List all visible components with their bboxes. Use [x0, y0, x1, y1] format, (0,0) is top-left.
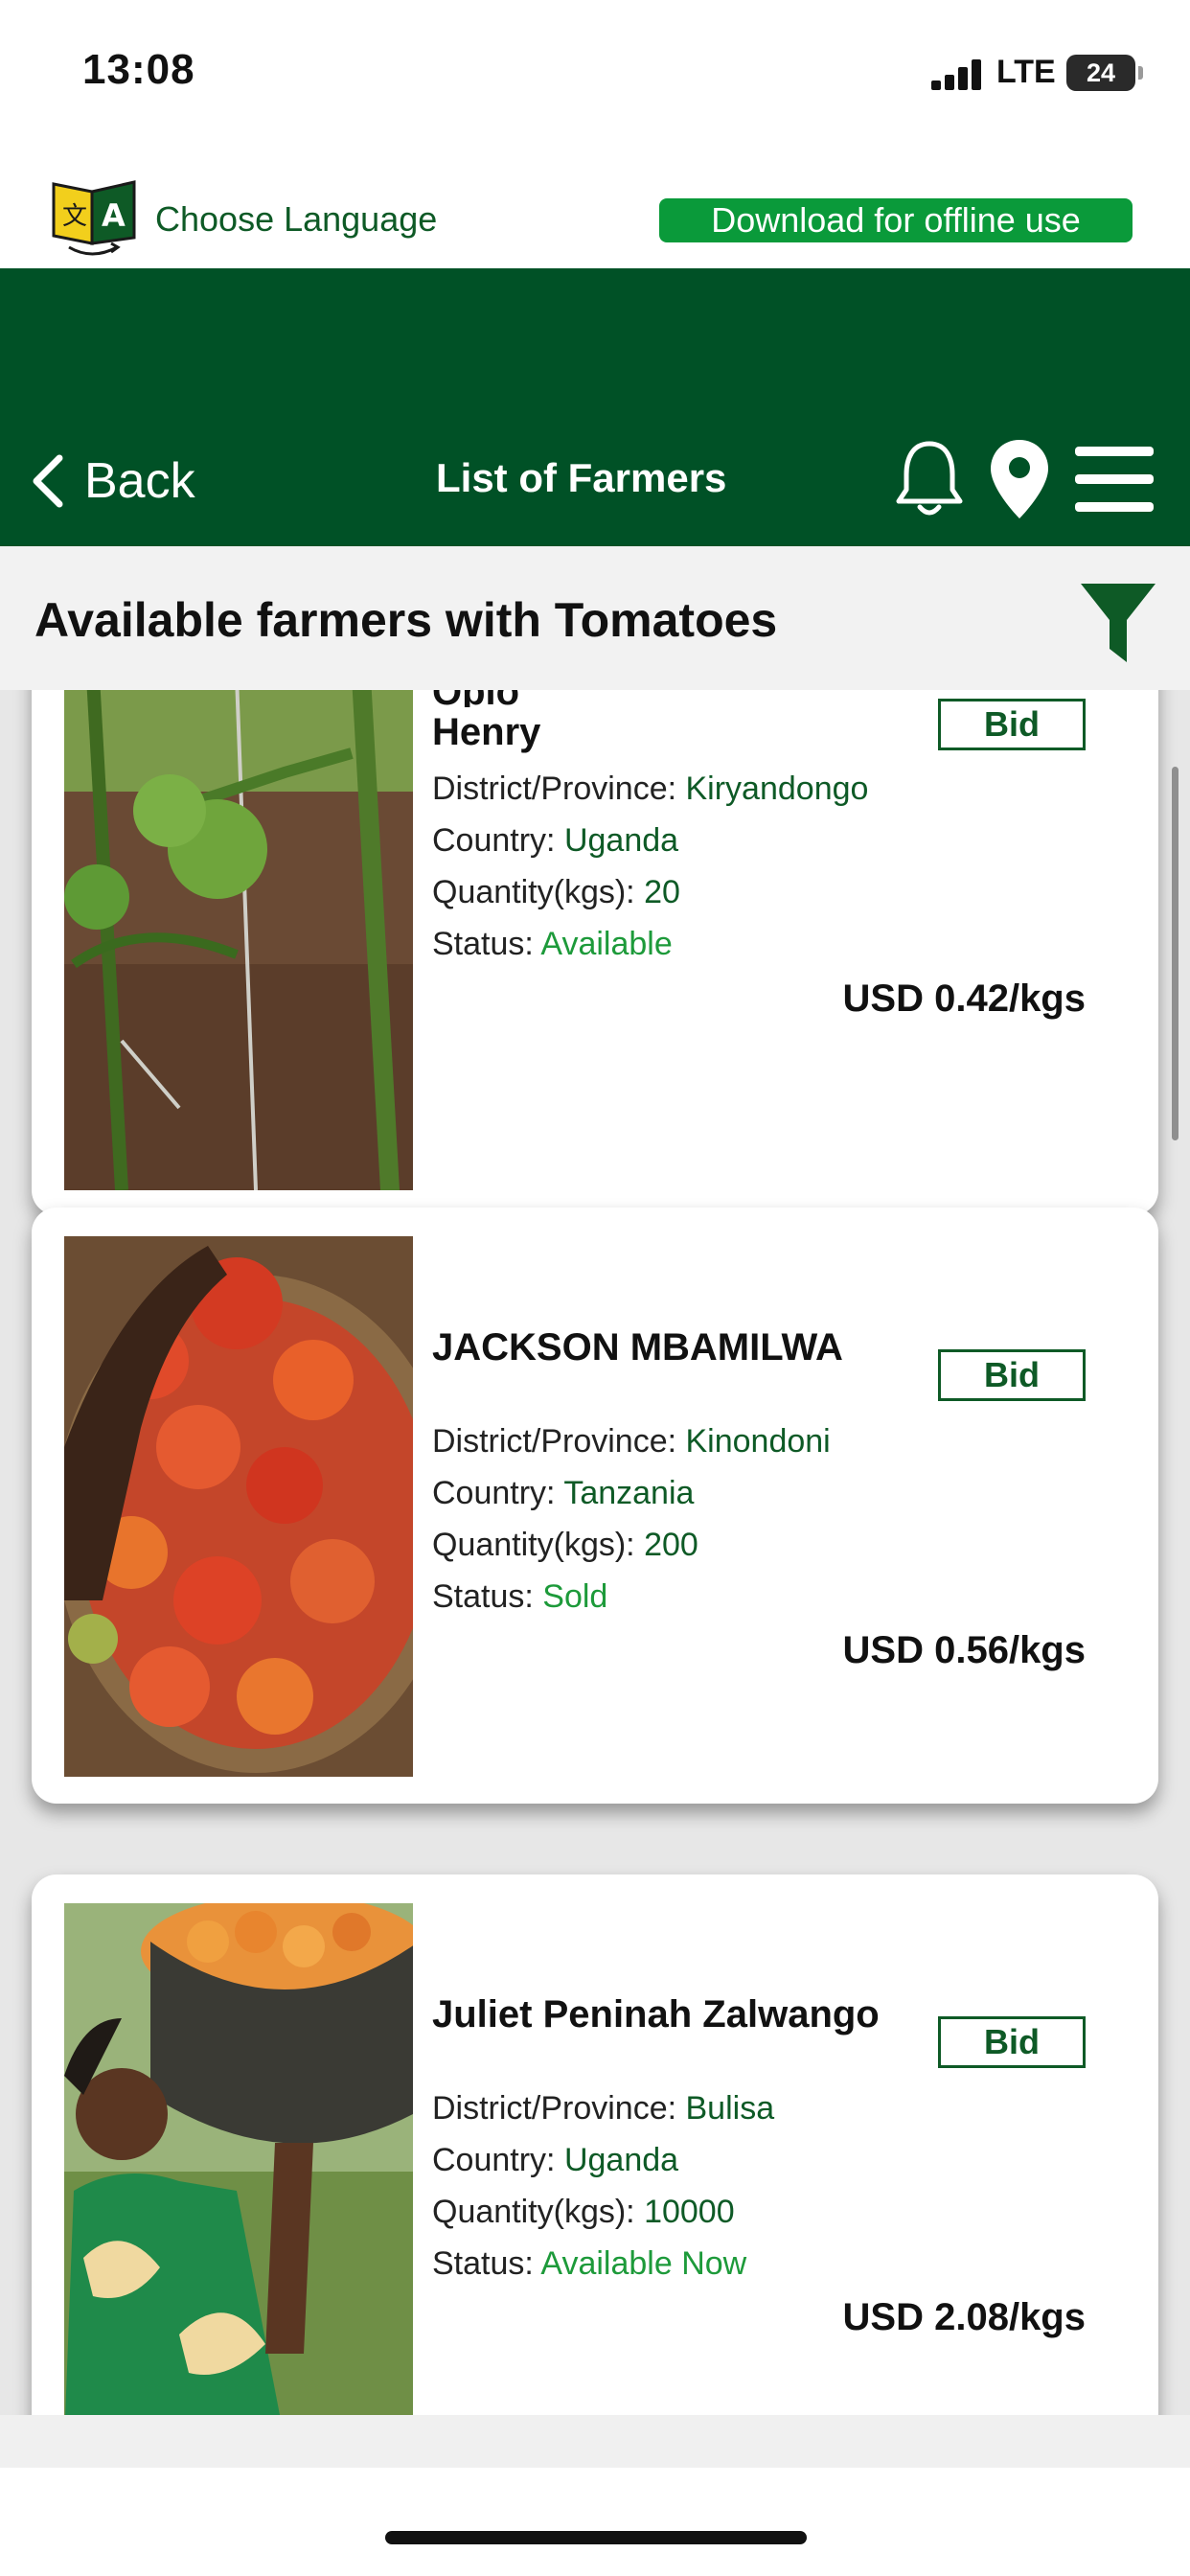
- battery-icon: 24: [1066, 55, 1135, 91]
- status-line: Status: Available Now: [432, 2245, 746, 2283]
- svg-text:文: 文: [62, 202, 87, 231]
- district-value: Bulisa: [685, 2090, 775, 2127]
- battery-cap: [1138, 66, 1143, 80]
- scrollbar[interactable]: [1172, 767, 1179, 1140]
- country-label: Country:: [432, 822, 564, 859]
- country-value: Uganda: [563, 2142, 679, 2178]
- district-label: District/Province:: [432, 1423, 686, 1460]
- bottom-safe-area: [0, 2468, 1190, 2576]
- basket-tomatoes-image: [64, 1236, 413, 1777]
- translate-icon[interactable]: 文 A: [50, 174, 138, 259]
- language-row: 文 A Choose Language Download for offline…: [0, 144, 1190, 268]
- status-bar: 13:08 LTE 24: [0, 0, 1190, 144]
- download-offline-button[interactable]: Download for offline use: [659, 198, 1133, 242]
- farmer-name: Juliet Peninah Zalwango: [432, 1993, 880, 2036]
- chevron-left-icon: [33, 454, 63, 508]
- bottom-bar: [0, 2415, 1190, 2576]
- status-label: Status:: [432, 2245, 541, 2282]
- price: USD 0.42/kgs: [842, 978, 1086, 1020]
- quantity-line: Quantity(kgs): 10000: [432, 2194, 735, 2231]
- farmer-photo: [64, 1236, 413, 1777]
- country-line: Country: Uganda: [432, 822, 678, 860]
- farmer-name-line: Henry: [432, 711, 541, 753]
- country-line: Country: Tanzania: [432, 1475, 694, 1512]
- bid-button[interactable]: Bid: [938, 2016, 1086, 2068]
- app-header: Back List of Farmers: [0, 268, 1190, 546]
- country-value: Tanzania: [563, 1475, 695, 1511]
- svg-text:A: A: [102, 197, 126, 234]
- quantity-value: 200: [644, 1527, 698, 1563]
- status-value: Available Now: [540, 2245, 747, 2282]
- network-label: LTE: [996, 54, 1056, 90]
- status-label: Status:: [432, 1578, 543, 1615]
- filter-icon[interactable]: [1079, 580, 1157, 664]
- farmer-card[interactable]: JACKSON MBAMILWA Bid District/Province: …: [32, 1208, 1158, 1804]
- district-value: Kinondoni: [685, 1423, 831, 1460]
- signal-icon: [931, 59, 987, 90]
- bell-icon[interactable]: [891, 436, 968, 520]
- district-line: District/Province: Kinondoni: [432, 1423, 831, 1460]
- farmer-card[interactable]: Juliet Peninah Zalwango Bid District/Pro…: [32, 1874, 1158, 2415]
- farmer-name: JACKSON MBAMILWA: [432, 1326, 843, 1368]
- quantity-value: 10000: [644, 2194, 735, 2230]
- location-pin-icon[interactable]: [987, 436, 1052, 522]
- district-line: District/Province: Kiryandongo: [432, 770, 868, 808]
- status-line: Status: Sold: [432, 1578, 607, 1616]
- country-value: Uganda: [563, 822, 679, 859]
- green-tomatoes-image: [64, 690, 413, 1190]
- farmer-list[interactable]: Oplo Henry Bid District/Province: Kiryan…: [0, 690, 1190, 2415]
- section-title: Available farmers with Tomatoes: [34, 593, 778, 647]
- quantity-label: Quantity(kgs):: [432, 1527, 645, 1563]
- status-label: Status:: [432, 926, 541, 962]
- district-value: Kiryandongo: [685, 770, 869, 807]
- status-value: Sold: [542, 1578, 608, 1615]
- choose-language-link[interactable]: Choose Language: [155, 199, 437, 240]
- farmer-card[interactable]: Oplo Henry Bid District/Province: Kiryan…: [32, 690, 1158, 1215]
- district-label: District/Province:: [432, 2090, 686, 2127]
- quantity-label: Quantity(kgs):: [432, 2194, 645, 2230]
- farmer-photo: [64, 690, 413, 1190]
- quantity-value: 20: [644, 874, 680, 910]
- price: USD 2.08/kgs: [842, 2296, 1086, 2338]
- hamburger-menu-icon[interactable]: [1075, 447, 1154, 512]
- quantity-label: Quantity(kgs):: [432, 874, 645, 910]
- subheader: Available farmers with Tomatoes: [0, 546, 1190, 690]
- country-label: Country:: [432, 2142, 564, 2178]
- status-time: 13:08: [82, 46, 195, 93]
- page-title: List of Farmers: [436, 455, 727, 500]
- back-label: Back: [84, 453, 195, 509]
- back-button[interactable]: Back: [25, 452, 195, 510]
- farmer-name: Oplo Henry: [432, 690, 930, 757]
- quantity-line: Quantity(kgs): 200: [432, 1527, 698, 1564]
- status-value: Available: [540, 926, 673, 962]
- quantity-line: Quantity(kgs): 20: [432, 874, 680, 911]
- country-label: Country:: [432, 1475, 564, 1511]
- home-indicator[interactable]: [385, 2531, 807, 2544]
- district-line: District/Province: Bulisa: [432, 2090, 774, 2128]
- country-line: Country: Uganda: [432, 2142, 678, 2179]
- status-line: Status: Available: [432, 926, 673, 963]
- farmer-photo: [64, 1903, 413, 2415]
- price: USD 0.56/kgs: [842, 1629, 1086, 1671]
- district-label: District/Province:: [432, 770, 686, 807]
- bid-button[interactable]: Bid: [938, 1349, 1086, 1401]
- woman-tomatoes-image: [64, 1903, 413, 2415]
- farmer-name-line: Oplo: [432, 690, 930, 707]
- bid-button[interactable]: Bid: [938, 699, 1086, 750]
